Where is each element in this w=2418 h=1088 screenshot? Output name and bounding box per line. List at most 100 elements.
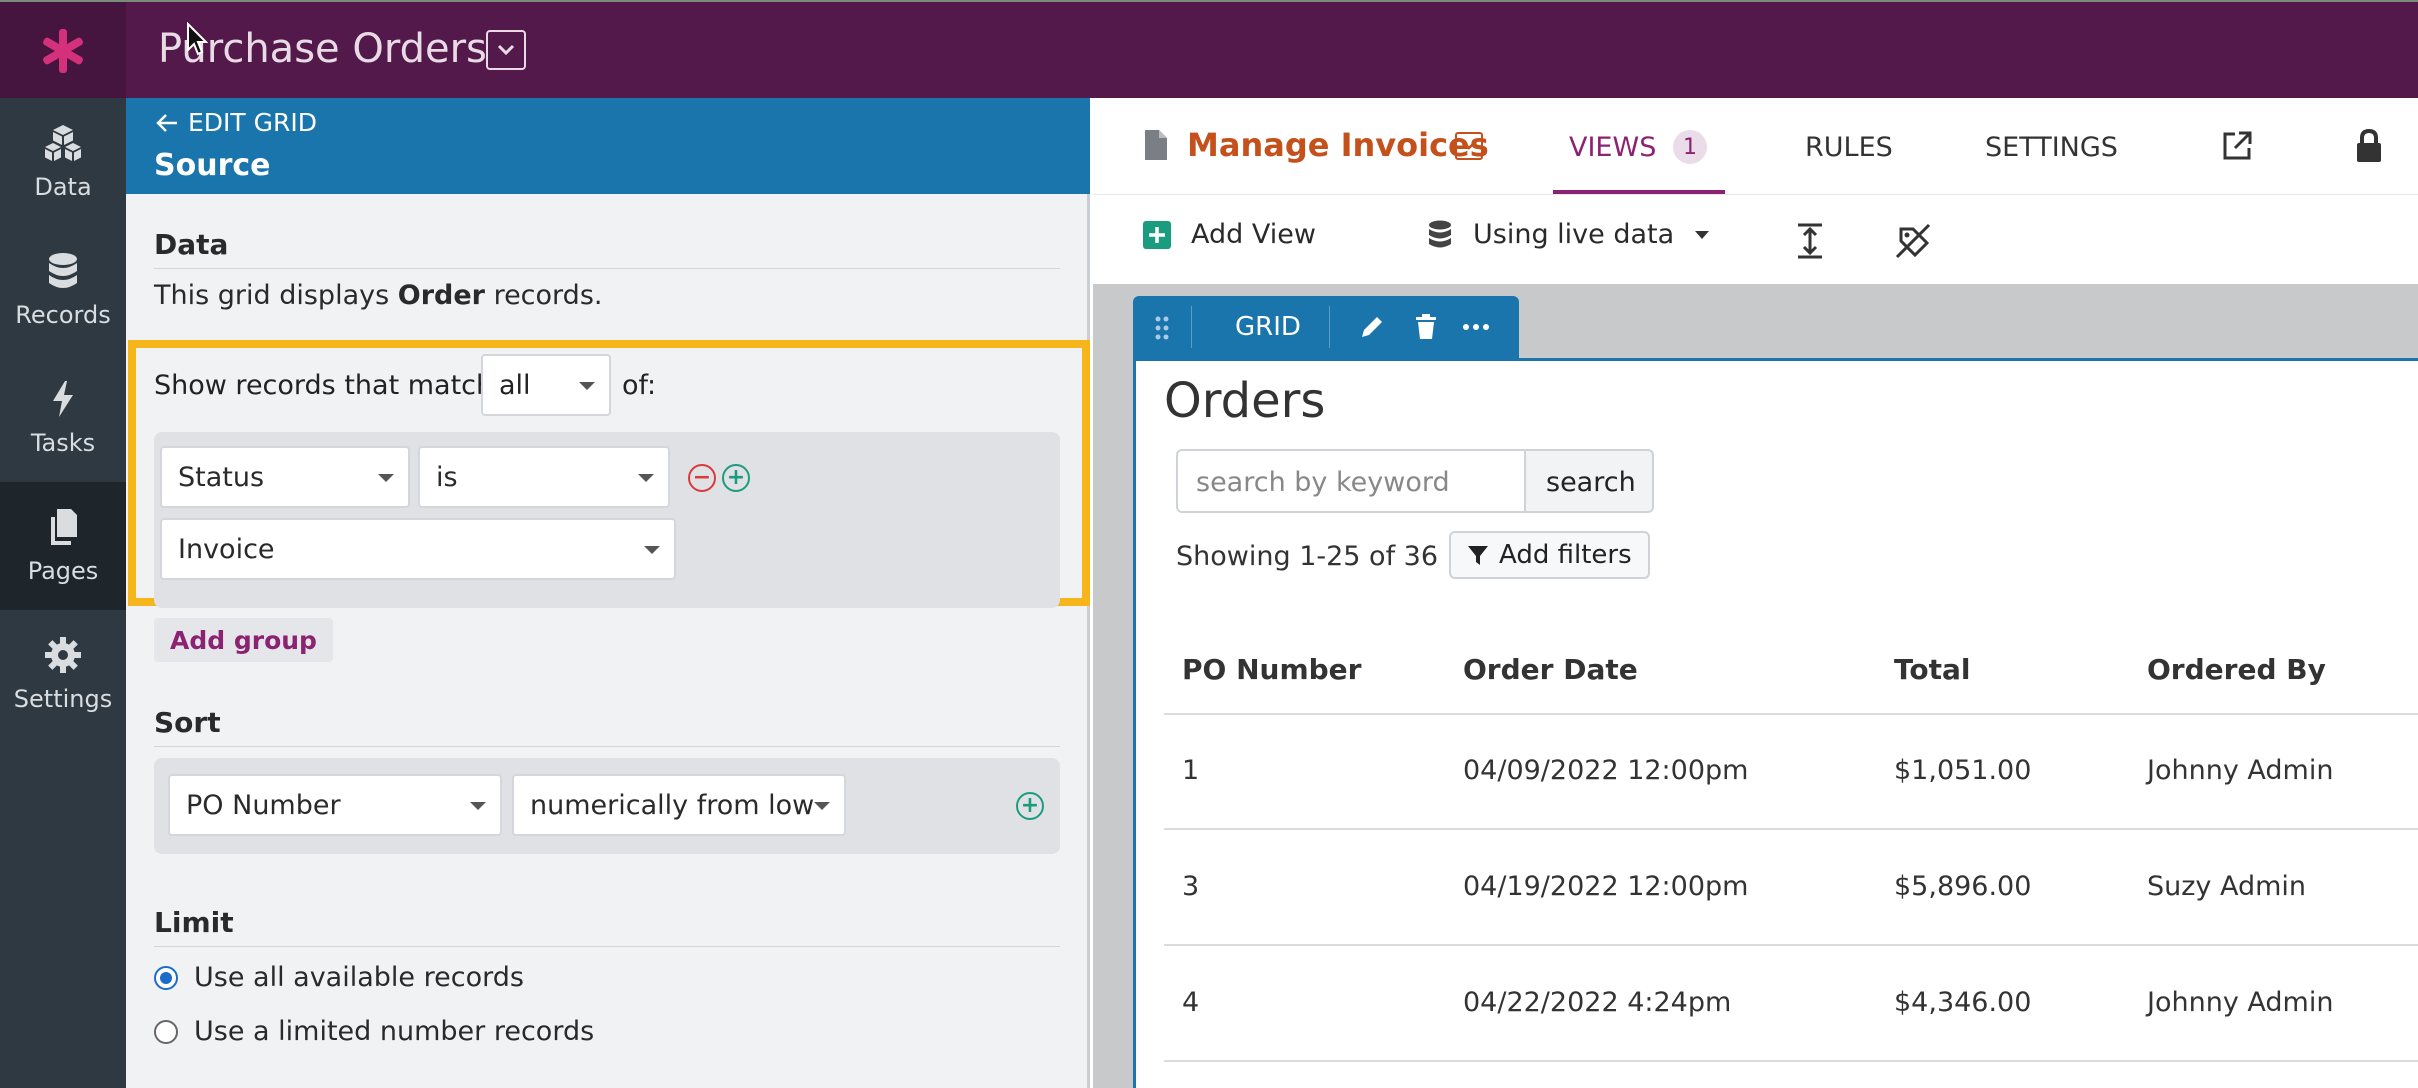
add-condition-button[interactable]: + (722, 464, 750, 492)
caret-down-icon (644, 546, 660, 554)
condition-field-select[interactable]: Status (160, 446, 410, 508)
limit-all-label: Use all available records (194, 962, 524, 993)
plus-icon: + (726, 465, 746, 490)
add-view-button[interactable]: Add View (1143, 219, 1316, 250)
desc-prefix: This grid displays (154, 280, 398, 311)
limit-section-title: Limit (154, 906, 234, 939)
search-input[interactable]: search by keyword (1176, 449, 1526, 513)
sort-section-title: Sort (154, 706, 221, 739)
grid-view-card: Orders search by keyword search Showing … (1133, 358, 2418, 1088)
grid-tab-label: GRID (1235, 312, 1301, 342)
add-group-button[interactable]: Add group (154, 618, 333, 662)
nav-item-records[interactable]: Records (0, 226, 126, 354)
tag-off-icon[interactable] (1895, 223, 1931, 259)
add-filters-button[interactable]: Add filters (1449, 531, 1650, 579)
search-button[interactable]: search (1524, 449, 1654, 513)
sort-order-value: numerically from low (530, 790, 815, 821)
external-link-icon[interactable] (2221, 130, 2253, 162)
column-header[interactable]: Ordered By (2147, 653, 2326, 686)
filter-icon (1468, 546, 1488, 565)
remove-condition-button[interactable]: − (688, 464, 716, 492)
header-divider (1164, 713, 2418, 715)
condition-value-select[interactable]: Invoice (160, 518, 676, 580)
gear-icon (45, 637, 81, 673)
asterisk-logo-icon (43, 29, 83, 73)
nav-label: Pages (27, 557, 99, 585)
limit-all-option[interactable]: Use all available records (154, 962, 524, 993)
add-sort-button[interactable]: + (1016, 792, 1044, 820)
nav-item-data[interactable]: Data (0, 98, 126, 226)
table-cell: Johnny Admin (2147, 987, 2334, 1018)
sort-order-select[interactable]: numerically from low (512, 774, 846, 836)
left-nav: Data Records Tasks Pages Settings (0, 98, 126, 1088)
table-cell: 04/22/2022 4:24pm (1463, 987, 1732, 1018)
radio-unselected[interactable] (154, 1019, 178, 1044)
pages-icon (51, 509, 77, 545)
app-logo[interactable] (0, 2, 126, 100)
nav-item-pages[interactable]: Pages (0, 482, 126, 610)
tab-settings[interactable]: SETTINGS (1985, 132, 2118, 163)
match-select[interactable]: all (481, 354, 611, 416)
caret-down-icon (470, 802, 486, 810)
lock-icon[interactable] (2355, 128, 2383, 164)
column-header[interactable]: Order Date (1463, 653, 1638, 686)
row-divider (1164, 828, 2418, 830)
match-value: all (499, 370, 531, 401)
condition-group: Status is − + Invoice (154, 432, 1060, 608)
field-value: Status (178, 462, 265, 493)
table-cell: $4,346.00 (1894, 987, 2032, 1018)
chevron-down-icon (1463, 142, 1475, 150)
drag-handle-icon[interactable] (1155, 316, 1169, 340)
radio-selected[interactable] (154, 965, 178, 990)
live-data-dropdown[interactable]: Using live data (1427, 219, 1710, 250)
caret-down-icon (1695, 230, 1710, 239)
limit-number-option[interactable]: Use a limited number records (154, 1016, 594, 1047)
nav-item-settings[interactable]: Settings (0, 610, 126, 738)
bolt-icon (53, 381, 73, 417)
data-section-title: Data (154, 228, 229, 261)
top-bar: Purchase Orders (0, 0, 2418, 100)
desc-suffix: records. (484, 280, 603, 311)
app-title-dropdown[interactable] (486, 30, 526, 70)
tab-views[interactable]: VIEWS (1569, 132, 1656, 163)
more-options-icon[interactable] (1463, 324, 1489, 330)
tab-rules[interactable]: RULES (1805, 132, 1893, 163)
table-cell: 3 (1182, 871, 1200, 902)
nav-label: Records (15, 301, 111, 329)
database-icon (1429, 220, 1451, 247)
back-to-edit-grid[interactable]: EDIT GRID (156, 108, 317, 137)
grid-view-tab[interactable]: GRID (1133, 296, 1519, 358)
add-filters-label: Add filters (1499, 540, 1632, 570)
back-label: EDIT GRID (188, 108, 318, 137)
trash-icon[interactable] (1415, 314, 1437, 340)
sort-group: PO Number numerically from low + (154, 758, 1060, 854)
cubes-icon (45, 125, 81, 161)
page-title[interactable]: Manage Invoices (1187, 126, 1489, 164)
database-icon (49, 253, 77, 288)
view-toolbar: Add View Using live data (1093, 194, 2418, 284)
pencil-icon[interactable] (1359, 314, 1385, 340)
minus-icon: − (692, 465, 712, 490)
column-header[interactable]: PO Number (1182, 653, 1361, 686)
nav-label: Data (34, 173, 92, 201)
value-value: Invoice (178, 534, 275, 565)
expand-vertical-icon[interactable] (1795, 223, 1825, 259)
chevron-down-icon (497, 44, 515, 56)
arrow-left-icon (156, 113, 177, 132)
table-cell: $5,896.00 (1894, 871, 2032, 902)
plus-icon: + (1020, 793, 1040, 818)
add-view-label: Add View (1191, 219, 1316, 250)
page-title-dropdown[interactable] (1455, 132, 1483, 160)
divider (154, 268, 1060, 269)
divider (1191, 306, 1192, 348)
grid-editor-panel: EDIT GRID Source Data This grid displays… (126, 98, 1090, 1088)
caret-down-icon (378, 474, 394, 482)
record-count: Showing 1-25 of 36 (1176, 541, 1439, 572)
nav-item-tasks[interactable]: Tasks (0, 354, 126, 482)
condition-operator-select[interactable]: is (418, 446, 670, 508)
views-count-badge: 1 (1673, 130, 1707, 164)
divider (1329, 306, 1330, 348)
limit-number-label: Use a limited number records (194, 1016, 595, 1047)
column-header[interactable]: Total (1894, 653, 1971, 686)
sort-field-select[interactable]: PO Number (168, 774, 502, 836)
